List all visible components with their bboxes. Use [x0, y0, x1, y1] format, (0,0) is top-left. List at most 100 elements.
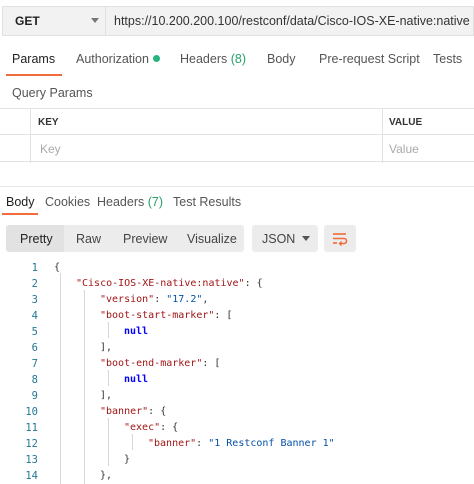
- line-number: 14: [25, 470, 38, 482]
- json-punct: : [: [214, 310, 233, 321]
- response-tab-headers-label: Headers: [97, 195, 145, 209]
- line-number: 9: [31, 390, 38, 402]
- code-line: 2 "Cisco-IOS-XE-native:native": {: [0, 276, 474, 292]
- param-key-input[interactable]: Key: [40, 136, 370, 162]
- tab-authorization[interactable]: Authorization: [76, 52, 160, 66]
- code-text: {: [54, 262, 61, 273]
- json-punct: : {: [244, 278, 263, 289]
- param-value-input[interactable]: Value: [389, 136, 469, 162]
- code-text: "Cisco-IOS-XE-native:native": {: [76, 276, 263, 292]
- code-text: ],: [100, 342, 113, 353]
- response-tab-cookies[interactable]: Cookies: [45, 195, 90, 209]
- json-key: "banner": [100, 406, 149, 417]
- method-select[interactable]: GET: [2, 6, 105, 36]
- line-number: 11: [25, 422, 38, 434]
- tab-headers[interactable]: Headers (8): [180, 52, 246, 66]
- preview-button[interactable]: Preview: [110, 225, 174, 252]
- key-column-header: KEY: [38, 116, 59, 128]
- tab-body[interactable]: Body: [267, 52, 296, 66]
- line-number: 1: [31, 262, 38, 274]
- code-line: 7 "boot-end-marker": [: [0, 356, 474, 372]
- active-response-tab-indicator: [2, 213, 38, 215]
- json-punct: :: [154, 294, 167, 305]
- format-label: JSON: [262, 231, 296, 246]
- wrap-icon: [333, 232, 348, 246]
- request-tabs: Params Authorization Headers (8) Body Pr…: [0, 52, 474, 78]
- line-number: 10: [25, 406, 38, 418]
- method-label: GET: [15, 14, 40, 28]
- line-number: 8: [31, 374, 38, 386]
- raw-button[interactable]: Raw: [64, 225, 110, 252]
- line-number: 7: [31, 358, 38, 370]
- format-select[interactable]: JSON: [252, 225, 318, 252]
- json-key: "boot-start-marker": [100, 310, 215, 321]
- request-bar: GET https://10.200.200.100/restconf/data…: [0, 0, 474, 42]
- line-number: 13: [25, 454, 38, 466]
- line-number: 4: [31, 310, 38, 322]
- line-number: 5: [31, 326, 38, 338]
- code-line: 12 "banner": "1 Restconf Banner 1": [0, 436, 474, 452]
- params-input-row: Key Value: [0, 136, 474, 162]
- response-headers-count: (7): [147, 195, 164, 209]
- response-tab-headers[interactable]: Headers (7): [97, 195, 163, 209]
- params-header-row: KEY VALUE: [0, 109, 474, 135]
- code-text: ],: [100, 390, 113, 401]
- tab-params[interactable]: Params: [12, 52, 55, 66]
- code-line: 1 {: [0, 260, 474, 276]
- code-line: 14 },: [0, 468, 474, 484]
- line-number: 2: [31, 278, 38, 290]
- code-text: "version": "17.2",: [100, 292, 208, 308]
- chevron-down-icon: [302, 236, 310, 241]
- json-punct: ,: [202, 294, 209, 305]
- code-line: 8 null: [0, 372, 474, 388]
- response-tab-test-results[interactable]: Test Results: [173, 195, 241, 209]
- code-line: 9 ],: [0, 388, 474, 404]
- response-body-code[interactable]: 1 { 2 "Cisco-IOS-XE-native:native": { 3 …: [0, 260, 474, 484]
- code-text: }: [124, 454, 131, 465]
- code-text: "banner": {: [100, 404, 166, 420]
- pretty-button[interactable]: Pretty: [6, 225, 64, 252]
- tab-tests[interactable]: Tests: [433, 52, 462, 66]
- json-key: "banner": [148, 438, 197, 449]
- json-punct: :: [196, 438, 209, 449]
- json-null: null: [124, 374, 149, 385]
- json-key: "Cisco-IOS-XE-native:native": [76, 278, 245, 289]
- status-dot-icon: [152, 55, 160, 62]
- json-key: "version": [100, 294, 155, 305]
- visualize-button[interactable]: Visualize: [174, 225, 244, 252]
- section-divider: [0, 186, 474, 187]
- json-punct: : {: [148, 406, 167, 417]
- code-text: "boot-end-marker": [: [100, 356, 220, 372]
- active-tab-indicator: [6, 74, 62, 76]
- code-line: 10 "banner": {: [0, 404, 474, 420]
- code-line: 6 ],: [0, 340, 474, 356]
- tab-pre-request-script[interactable]: Pre-request Script: [319, 52, 420, 66]
- tab-authorization-label: Authorization: [76, 52, 149, 66]
- code-line: 3 "version": "17.2",: [0, 292, 474, 308]
- json-punct: : [: [202, 358, 221, 369]
- line-number: 12: [25, 438, 38, 450]
- code-text: "exec": {: [124, 420, 178, 436]
- json-key: "exec": [124, 422, 161, 433]
- tab-headers-label: Headers: [180, 52, 228, 66]
- value-column-header: VALUE: [389, 116, 423, 128]
- code-line: 13 }: [0, 452, 474, 468]
- json-string: "1 Restconf Banner 1": [208, 438, 335, 449]
- code-text: "boot-start-marker": [: [100, 308, 232, 324]
- query-params-title: Query Params: [12, 86, 93, 100]
- json-string: "17.2": [166, 294, 203, 305]
- code-text: },: [100, 470, 113, 481]
- code-text: "banner": "1 Restconf Banner 1": [148, 436, 335, 452]
- headers-count: (8): [230, 52, 247, 66]
- params-table: KEY VALUE Key Value: [0, 108, 474, 163]
- line-number: 3: [31, 294, 38, 306]
- response-tabs: Body Cookies Headers (7) Test Results: [0, 195, 474, 219]
- code-line: 4 "boot-start-marker": [: [0, 308, 474, 324]
- url-input[interactable]: https://10.200.200.100/restconf/data/Cis…: [105, 6, 474, 36]
- code-line: 11 "exec": {: [0, 420, 474, 436]
- wrap-lines-button[interactable]: [324, 225, 356, 252]
- json-null: null: [124, 326, 149, 337]
- line-number: 6: [31, 342, 38, 354]
- json-punct: : {: [160, 422, 179, 433]
- response-tab-body[interactable]: Body: [6, 195, 35, 209]
